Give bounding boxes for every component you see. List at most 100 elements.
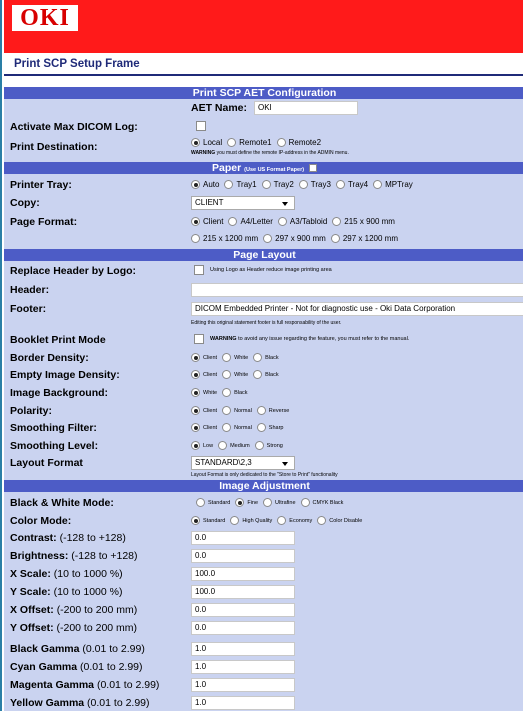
background-white-radio[interactable] [191,388,200,397]
empty-white-radio[interactable] [222,370,232,379]
border-client-radio[interactable] [191,353,200,362]
polarity-reverse-radio[interactable] [256,406,266,415]
brand-header: OKI [4,0,523,53]
bw-cmyk-black-radio[interactable] [300,498,310,507]
destination-remote2-radio[interactable] [276,138,286,147]
destination-warning: WARNING you must define the remote IP-ad… [191,150,349,156]
destination-remote1-radio[interactable] [227,138,237,147]
max-log-label: Activate Max DICOM Log: [10,121,138,133]
black-gamma-label: Black Gamma [10,643,80,655]
chevron-down-icon [282,462,288,466]
color-economy-radio[interactable] [277,516,287,525]
header-label: Header: [10,284,50,296]
yellow-gamma-input[interactable]: 1.0 [191,696,295,710]
filter-normal-radio[interactable] [222,423,232,432]
destination-local-radio[interactable] [191,138,200,147]
black-gamma-row: Black Gamma (0.01 to 2.99) 1.0 [4,642,523,657]
smoothing-filter-row: Smoothing Filter: Client Normal Sharp [10,422,284,434]
bw-standard-radio[interactable] [196,498,205,507]
print-scp-setup-frame: OKI Print SCP Setup Frame Print SCP AET … [0,0,523,711]
smoothing-level-row: Smoothing Level: Low Medium Strong [10,440,283,452]
border-black-radio[interactable] [253,353,263,362]
format-215x1200-radio[interactable] [191,234,200,243]
settings-panel: Print SCP AET Configuration AET Name: OK… [4,87,523,711]
level-low-radio[interactable] [191,441,200,450]
y-scale-input[interactable]: 100.0 [191,585,295,599]
brightness-input[interactable]: 0.0 [191,549,295,563]
header-logo-checkbox[interactable] [194,265,204,275]
footer-label: Footer: [10,303,47,315]
booklet-checkbox[interactable] [194,334,204,344]
us-format-paper-checkbox[interactable] [308,164,317,172]
format-a3-radio[interactable] [277,217,287,226]
border-density-row: Border Density: Client White Black [10,352,279,364]
printer-tray-options: Auto Tray1 Tray2 Tray3 Tray4 MPTray [191,180,418,189]
copy-select[interactable]: CLIENT [191,196,295,210]
page-title: Print SCP Setup Frame [14,58,140,70]
aet-name-input[interactable]: OKI [254,101,358,115]
section-page-layout: Page Layout [4,249,523,261]
filter-client-radio[interactable] [191,423,200,432]
format-297x900-radio[interactable] [263,234,273,243]
format-a4-radio[interactable] [228,217,238,226]
copy-row: Copy: CLIENT [4,196,523,210]
tray-2-radio[interactable] [261,180,271,189]
section-paper: Paper (Use US Format Paper) [4,162,523,174]
copy-label: Copy: [10,197,40,209]
format-215x900-radio[interactable] [332,217,342,226]
section-image-adjustment: Image Adjustment [4,480,523,492]
booklet-row: Booklet Print Mode WARNING to avoid any … [4,333,523,347]
polarity-label: Polarity: [10,405,53,417]
smoothing-level-label: Smoothing Level: [10,440,99,452]
bw-ultrafine-radio[interactable] [263,498,273,507]
bw-mode-row: Black & White Mode: Standard Fine Ultraf… [10,497,344,509]
magenta-gamma-input[interactable]: 1.0 [191,678,295,692]
polarity-client-radio[interactable] [191,406,200,415]
background-black-radio[interactable] [222,388,232,397]
layout-format-select[interactable]: STANDARD\2,3 [191,456,295,470]
header-logo-note: Using Logo as Header reduce image printi… [210,267,332,273]
level-strong-radio[interactable] [254,441,264,450]
x-scale-input[interactable]: 100.0 [191,567,295,581]
polarity-row: Polarity: Client Normal Reverse [10,405,290,417]
color-high-quality-radio[interactable] [230,516,240,525]
empty-client-radio[interactable] [191,370,200,379]
tray-mp-radio[interactable] [373,180,383,189]
y-offset-input[interactable]: 0.0 [191,621,295,635]
tray-4-radio[interactable] [335,180,345,189]
contrast-label: Contrast: [10,532,57,544]
x-offset-input[interactable]: 0.0 [191,603,295,617]
contrast-input[interactable]: 0.0 [191,531,295,545]
page-format-label: Page Format: [10,216,78,228]
black-gamma-input[interactable]: 1.0 [191,642,295,656]
cyan-gamma-label: Cyan Gamma [10,661,78,673]
section-aet-configuration: Print SCP AET Configuration [4,87,523,99]
max-log-checkbox[interactable] [196,121,206,131]
max-log-row: Activate Max DICOM Log: [4,120,523,134]
color-disable-radio[interactable] [317,516,327,525]
border-white-radio[interactable] [222,353,232,362]
aet-name-row: AET Name: OKI [4,101,523,116]
tray-1-radio[interactable] [224,180,234,189]
image-background-row: Image Background: White Black [10,387,248,399]
empty-black-radio[interactable] [253,370,263,379]
tray-3-radio[interactable] [298,180,308,189]
format-client-radio[interactable] [191,217,200,226]
tray-auto-radio[interactable] [191,180,200,189]
color-standard-radio[interactable] [191,516,200,525]
polarity-normal-radio[interactable] [222,406,232,415]
footer-input[interactable]: DICOM Embedded Printer - Not for diagnos… [191,302,523,316]
cyan-gamma-input[interactable]: 1.0 [191,660,295,674]
oki-logo: OKI [12,5,78,31]
print-destination-label: Print Destination: [10,141,98,153]
x-scale-label: X Scale: [10,568,51,580]
bw-fine-radio[interactable] [235,498,245,507]
color-mode-row: Color Mode: Standard High Quality Econom… [10,515,363,527]
printer-tray-label: Printer Tray: [10,179,72,191]
x-offset-row: X Offset: (-200 to 200 mm) 0.0 [4,603,523,618]
filter-sharp-radio[interactable] [256,423,266,432]
header-input[interactable] [191,283,523,297]
level-medium-radio[interactable] [218,441,228,450]
layout-format-label: Layout Format [10,457,83,469]
format-297x1200-radio[interactable] [330,234,340,243]
